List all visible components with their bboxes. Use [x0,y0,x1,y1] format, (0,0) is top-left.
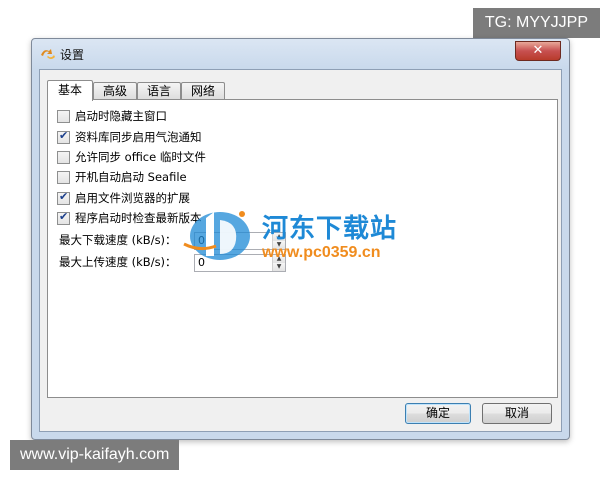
cancel-button[interactable]: 取消 [482,403,552,424]
option-autostart[interactable]: 开机自动启动 Seafile [57,168,187,186]
checkbox[interactable]: ✔ [57,128,70,144]
check-mark-icon: ✔ [59,189,69,203]
option-explorer-extension[interactable]: ✔ 启用文件浏览器的扩展 [57,189,190,207]
option-hide-main-window[interactable]: 启动时隐藏主窗口 [57,107,167,125]
option-label: 资料库同步启用气泡通知 [75,130,202,144]
checkbox[interactable] [57,150,70,164]
upload-speed-label: 最大上传速度 (kB/s)： [59,255,177,269]
option-label: 开机自动启动 Seafile [75,170,187,184]
option-label: 允许同步 office 临时文件 [75,150,206,164]
check-mark-icon: ✔ [59,209,69,223]
window-title: 设置 [60,48,85,62]
seafile-app-icon [41,49,55,59]
upload-speed-row: 最大上传速度 (kB/s)： [59,253,177,271]
watermark-logo-icon [183,211,250,260]
tab-network[interactable]: 网络 [181,82,225,100]
tab-language[interactable]: 语言 [137,82,181,100]
download-speed-label: 最大下载速度 (kB/s)： [59,233,177,247]
watermark-title: 河东下载站 [262,214,398,244]
close-button[interactable]: ✕ [515,41,561,61]
tab-advanced[interactable]: 高级 [93,82,137,100]
checkbox[interactable] [57,109,70,123]
tab-basic[interactable]: 基本 [47,80,93,101]
download-speed-row: 最大下载速度 (kB/s)： [59,231,177,249]
option-sync-office-temp[interactable]: 允许同步 office 临时文件 [57,148,206,166]
bottom-left-tag: www.vip-kaifayh.com [10,440,180,470]
ok-button[interactable]: 确定 [405,403,471,424]
checkbox[interactable] [57,170,70,184]
checkbox[interactable]: ✔ [57,209,70,225]
site-watermark: 河东下载站 www.pc0359.cn [180,200,420,270]
watermark-url: www.pc0359.cn [262,244,381,261]
option-label: 启用文件浏览器的扩展 [75,191,190,205]
option-label: 启动时隐藏主窗口 [75,109,167,123]
close-icon: ✕ [532,43,544,58]
top-right-tag: TG: MYYJJPP [472,8,600,38]
checkbox[interactable]: ✔ [57,189,70,205]
option-sync-bubble-notify[interactable]: ✔ 资料库同步启用气泡通知 [57,128,202,146]
check-mark-icon: ✔ [59,128,69,142]
title-bar[interactable]: 设置 ✕ [32,39,569,67]
